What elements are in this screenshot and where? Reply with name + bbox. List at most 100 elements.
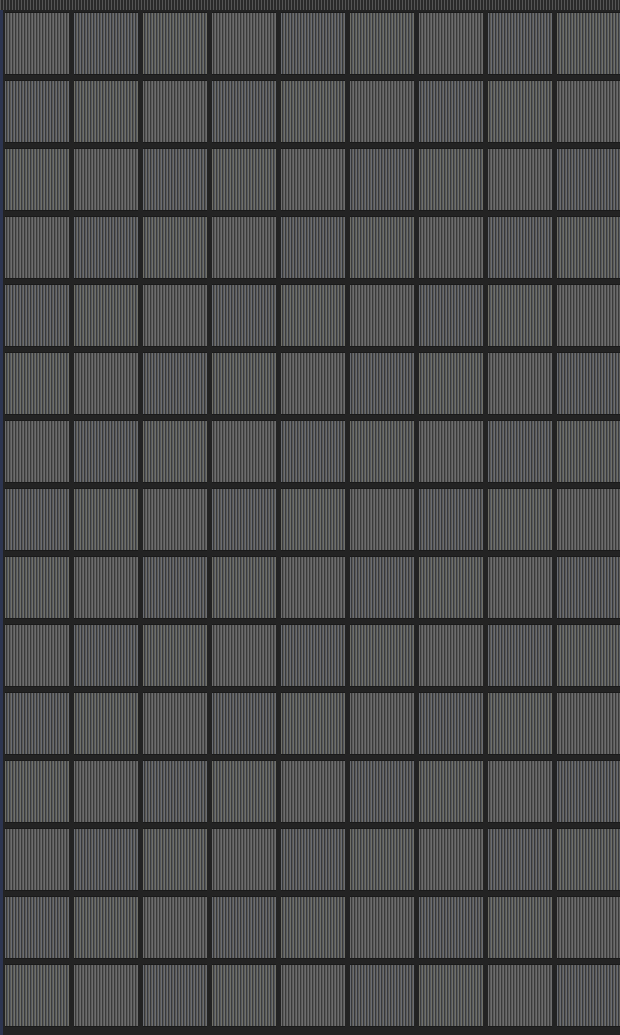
grid-tile	[143, 964, 207, 1027]
grid-tile	[281, 420, 345, 483]
top-noise-strip	[0, 0, 620, 10]
grid-tile	[5, 148, 69, 211]
grid-tile	[419, 896, 483, 959]
grid-tile	[143, 420, 207, 483]
grid-tile	[419, 12, 483, 75]
grid-tile	[488, 624, 552, 687]
grid-tile	[488, 828, 552, 891]
grid-tile	[5, 556, 69, 619]
grid-tile	[212, 488, 276, 551]
grid-tile	[350, 964, 414, 1027]
grid-tile	[419, 148, 483, 211]
grid-tile	[281, 352, 345, 415]
grid-tile	[74, 420, 138, 483]
grid-tile	[5, 760, 69, 823]
grid-tile	[74, 12, 138, 75]
grid-tile	[350, 896, 414, 959]
grid-tile	[212, 760, 276, 823]
grid-tile	[350, 148, 414, 211]
grid-tile	[488, 216, 552, 279]
grid-tile	[281, 488, 345, 551]
grid-tile	[557, 964, 620, 1027]
grid-tile	[212, 624, 276, 687]
grid-tile	[5, 284, 69, 347]
grid-tile	[281, 692, 345, 755]
grid-tile	[143, 896, 207, 959]
grid-tile	[143, 624, 207, 687]
grid-tile	[419, 624, 483, 687]
grid-tile	[557, 828, 620, 891]
grid-tile	[74, 896, 138, 959]
grid-tile	[557, 760, 620, 823]
grid-tile	[143, 488, 207, 551]
grid-tile	[212, 216, 276, 279]
left-edge-strip	[0, 0, 3, 1035]
grid-tile	[74, 692, 138, 755]
grid-tile	[143, 760, 207, 823]
grid-tile	[488, 488, 552, 551]
grid-tile	[419, 964, 483, 1027]
grid-tile	[74, 760, 138, 823]
grid-tile	[488, 556, 552, 619]
grid-tile	[74, 80, 138, 143]
grid-tile	[350, 80, 414, 143]
grid-tile	[212, 828, 276, 891]
grid-tile	[419, 216, 483, 279]
grid-tile	[488, 420, 552, 483]
grid-tile	[143, 828, 207, 891]
grid-tile	[74, 828, 138, 891]
grid-tile	[419, 80, 483, 143]
grid-tile	[350, 828, 414, 891]
grid-tile	[419, 556, 483, 619]
grid-tile	[5, 896, 69, 959]
grid-tile	[350, 12, 414, 75]
grid-tile	[350, 556, 414, 619]
grid-tile	[557, 80, 620, 143]
grid-tile	[281, 80, 345, 143]
grid-tile	[5, 624, 69, 687]
grid-tile	[557, 624, 620, 687]
grid-tile	[212, 352, 276, 415]
grid-tile	[74, 624, 138, 687]
grid-tile	[557, 692, 620, 755]
grid-tile	[212, 284, 276, 347]
grid-tile	[212, 556, 276, 619]
grid-tile	[419, 692, 483, 755]
grid-tile	[488, 148, 552, 211]
grid-tile	[281, 284, 345, 347]
grid-tile	[557, 420, 620, 483]
grid-tile	[281, 12, 345, 75]
grid-tile	[212, 12, 276, 75]
grid-tile	[350, 352, 414, 415]
grid-tile	[5, 352, 69, 415]
grid-tile	[143, 216, 207, 279]
grid-tile	[557, 352, 620, 415]
grid-tile	[143, 284, 207, 347]
grid-tile	[74, 556, 138, 619]
grid-tile	[350, 760, 414, 823]
grid-tile	[5, 828, 69, 891]
grid-tile	[143, 80, 207, 143]
grid-tile	[350, 692, 414, 755]
grid-tile	[212, 692, 276, 755]
grid-tile	[281, 216, 345, 279]
grid-tile	[281, 148, 345, 211]
grid-tile	[557, 148, 620, 211]
tile-grid	[5, 12, 620, 1035]
grid-tile	[74, 216, 138, 279]
grid-tile	[5, 692, 69, 755]
grid-tile	[281, 896, 345, 959]
grid-tile	[419, 760, 483, 823]
grid-tile	[557, 284, 620, 347]
grid-tile	[74, 148, 138, 211]
grid-tile	[281, 556, 345, 619]
grid-tile	[5, 80, 69, 143]
grid-tile	[488, 964, 552, 1027]
grid-tile	[557, 896, 620, 959]
grid-tile	[557, 12, 620, 75]
grid-tile	[419, 488, 483, 551]
grid-tile	[488, 352, 552, 415]
grid-tile	[557, 216, 620, 279]
grid-tile	[281, 760, 345, 823]
grid-tile	[419, 352, 483, 415]
